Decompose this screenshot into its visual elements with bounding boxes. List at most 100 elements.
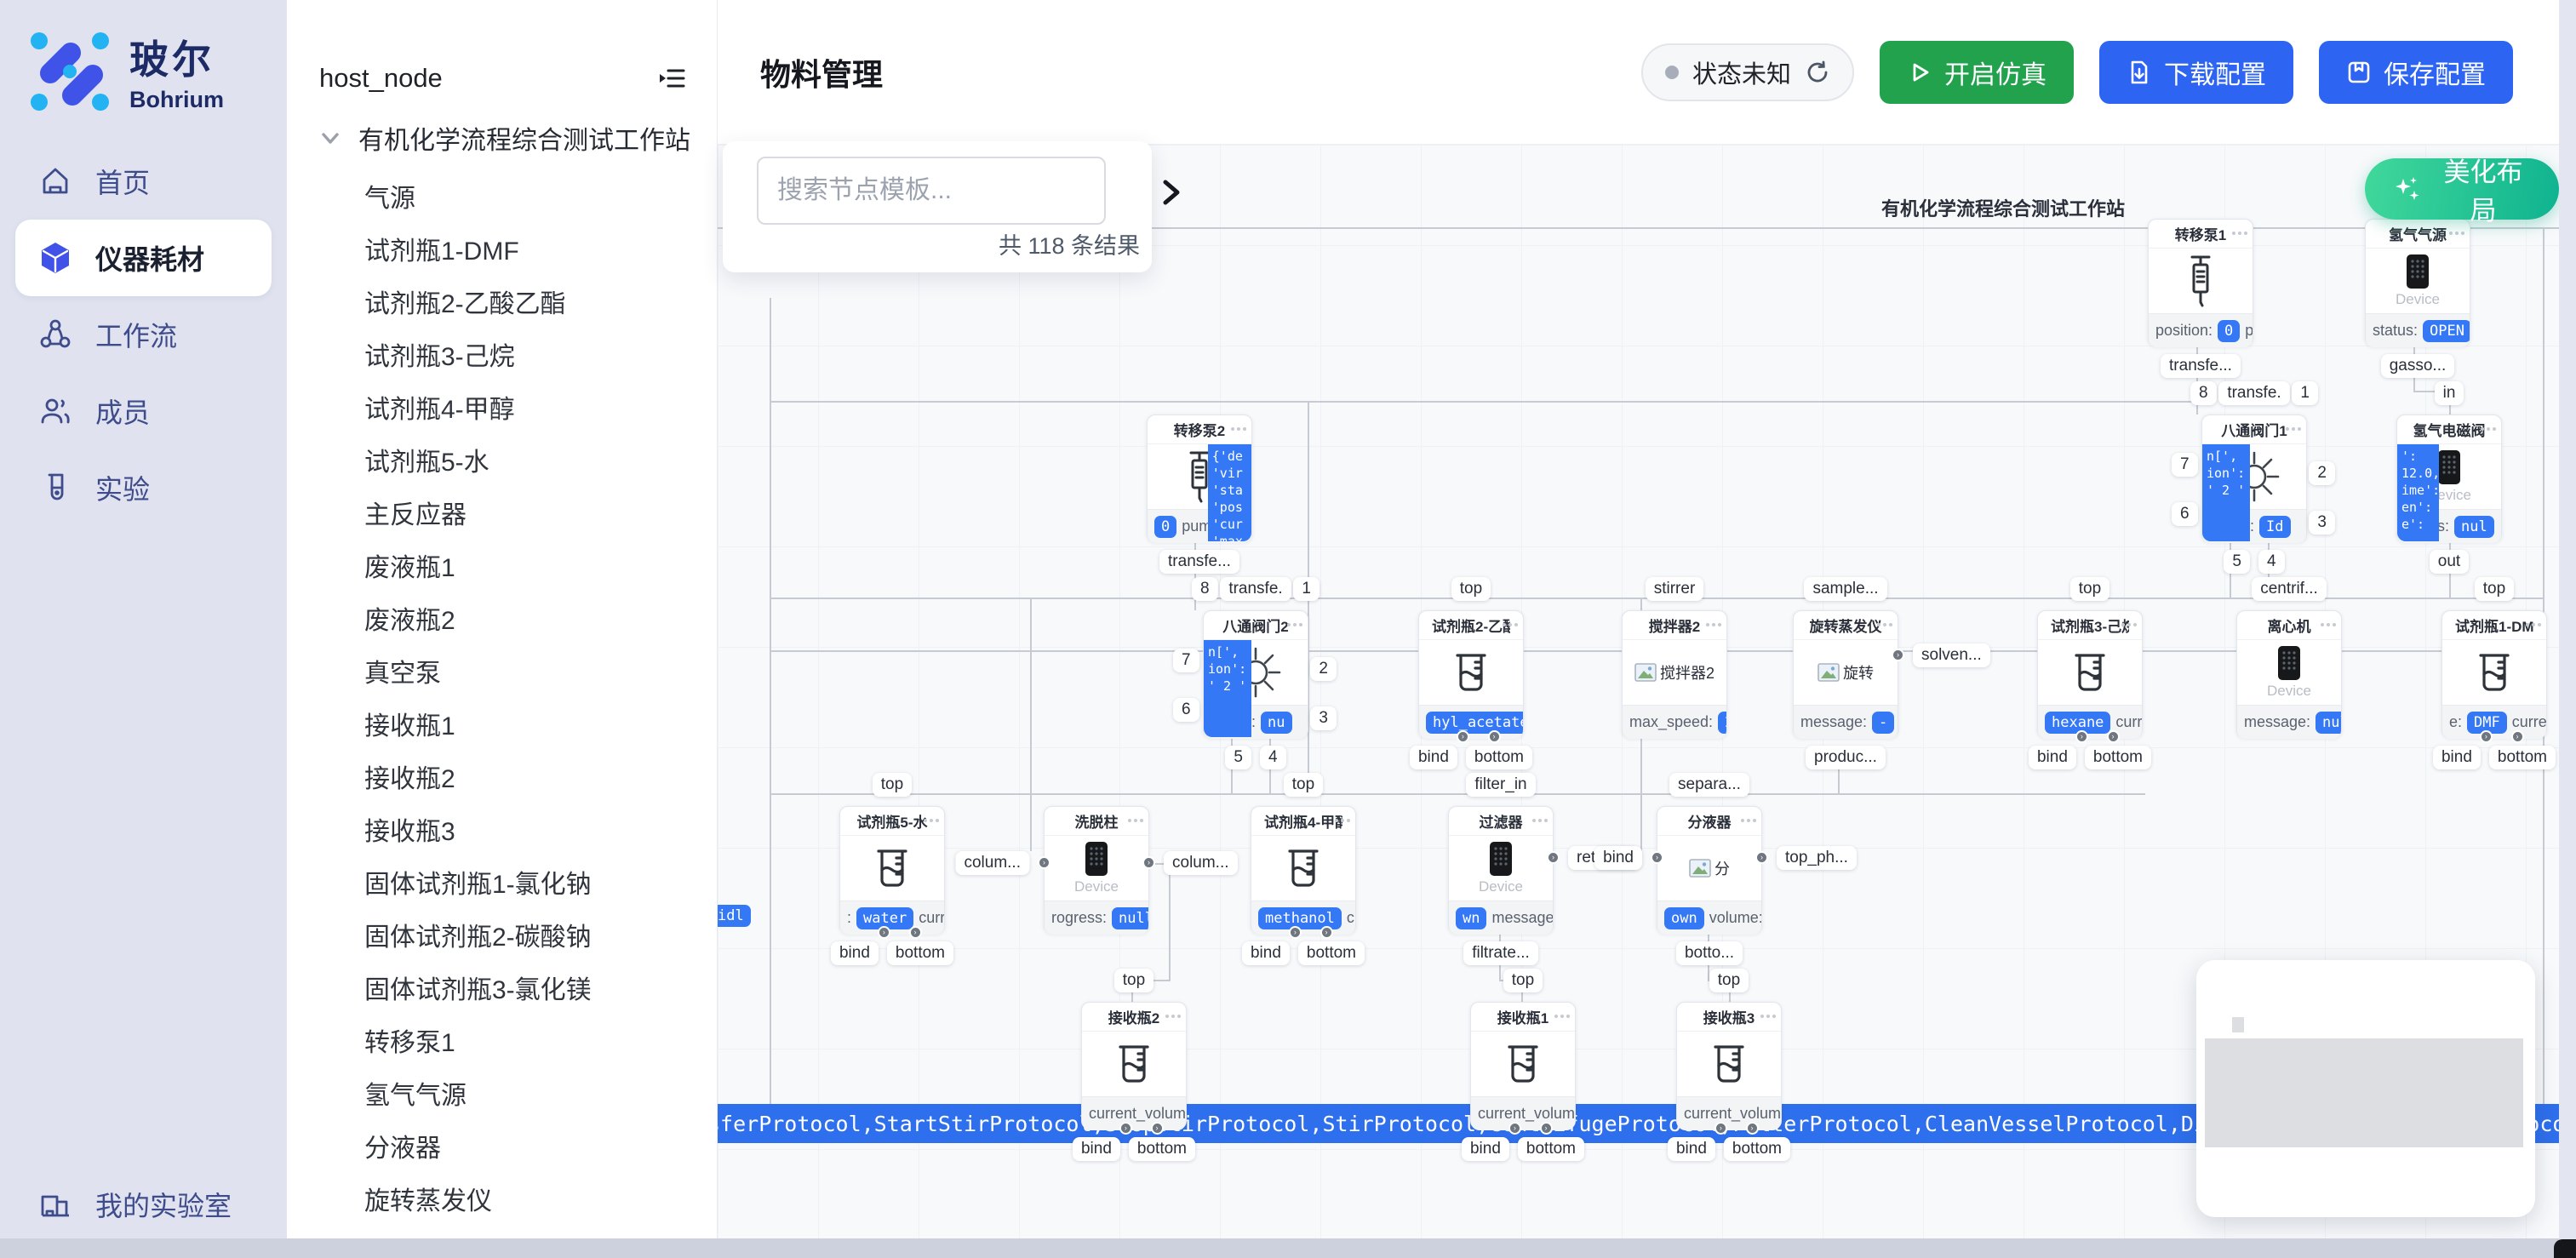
sidebar-item-members[interactable]: 成员 <box>0 373 287 449</box>
flow-node[interactable]: 转移泵1position:0pumptransfe... <box>2148 219 2253 346</box>
port-chip[interactable]: 1 <box>2292 381 2318 405</box>
value-chip[interactable]: nul <box>2454 516 2494 538</box>
value-chip[interactable]: nu <box>1261 712 1291 734</box>
flow-node[interactable]: 过滤器Devicewnmessage:-mafilter_infiltrate.… <box>1448 806 1554 934</box>
port-chip[interactable]: top <box>2475 577 2514 601</box>
download-config-button[interactable]: 下载配置 <box>2099 41 2293 104</box>
node-menu-icon[interactable] <box>1554 1015 1570 1018</box>
port-chip[interactable]: bind <box>2029 746 2076 769</box>
status-badge[interactable]: 状态未知 <box>1641 43 1854 101</box>
flow-node[interactable]: 接收瓶2current_volume:0topbindbottom›› <box>1081 1002 1187 1129</box>
value-chip[interactable]: null <box>1112 907 1148 929</box>
port-chip[interactable]: 7 <box>2172 453 2198 477</box>
node-menu-icon[interactable] <box>2232 232 2247 235</box>
port-chip[interactable]: 1 <box>1293 577 1319 601</box>
collapse-panel-icon[interactable] <box>654 60 691 97</box>
port-chip[interactable]: bind <box>2433 746 2481 769</box>
tree-item[interactable]: 试剂瓶4-甲醇 <box>287 380 717 433</box>
node-menu-icon[interactable] <box>1877 623 1892 626</box>
node-menu-icon[interactable] <box>2449 232 2464 235</box>
value-chip[interactable]: hexane <box>2045 712 2110 734</box>
tree-item[interactable]: 固体试剂瓶1-氯化钠 <box>287 855 717 908</box>
port-chip[interactable]: bottom <box>1518 1137 1584 1161</box>
port-chip[interactable]: bottom <box>1298 941 1365 965</box>
tree-item[interactable]: 试剂瓶1-DMF <box>287 222 717 275</box>
tree-item[interactable]: 真空泵 <box>287 644 717 697</box>
flow-node[interactable]: 离心机Devicemessage:nullmacentrif... <box>2236 610 2342 738</box>
flow-node[interactable]: 八通阀门2status:nun[',ion':' 2 '8transfe.176… <box>1203 610 1308 738</box>
horizontal-scrollbar[interactable] <box>0 1238 2576 1258</box>
port-chip[interactable]: 3 <box>2309 511 2335 535</box>
port-chip[interactable]: 4 <box>2258 550 2285 574</box>
port-chip[interactable]: produc... <box>1806 746 1886 769</box>
node-menu-icon[interactable] <box>1165 1015 1181 1018</box>
tree-item[interactable]: 接收瓶1 <box>287 697 717 750</box>
port-chip[interactable]: bind <box>1410 746 1457 769</box>
node-menu-icon[interactable] <box>1231 427 1246 431</box>
port-chip[interactable]: top <box>1284 773 1323 797</box>
side-port-chip[interactable]: colum... <box>1164 851 1238 875</box>
tree-item[interactable]: 气源 <box>287 169 717 222</box>
port-chip[interactable]: bottom <box>1129 1137 1195 1161</box>
port-chip[interactable]: in <box>2435 381 2464 405</box>
tree-item[interactable]: 分液器 <box>287 1119 717 1172</box>
port-chip[interactable]: 7 <box>1173 649 1199 672</box>
node-menu-icon[interactable] <box>1706 623 1721 626</box>
node-menu-icon[interactable] <box>1335 819 1350 822</box>
minimap[interactable] <box>2196 960 2535 1217</box>
node-menu-icon[interactable] <box>1532 819 1548 822</box>
node-menu-icon[interactable] <box>2526 623 2541 626</box>
value-chip[interactable]: null <box>2316 712 2341 734</box>
port-chip[interactable]: bind <box>1462 1137 1509 1161</box>
value-chip[interactable]: own <box>1664 907 1704 929</box>
port-chip[interactable]: 4 <box>1260 746 1286 769</box>
node-menu-icon[interactable] <box>1741 819 1756 822</box>
tree-item[interactable]: 旋转蒸发仪 <box>287 1172 717 1225</box>
port-chip[interactable]: transfe. <box>2218 381 2289 405</box>
tree-item[interactable]: 试剂瓶5-水 <box>287 433 717 486</box>
port-chip[interactable]: bind <box>1668 1137 1715 1161</box>
tree-item[interactable]: 转移泵1 <box>287 1014 717 1066</box>
value-chip[interactable]: hyl_acetate <box>1426 712 1523 734</box>
flow-node[interactable]: 试剂瓶2-乙酸乙酯hyl_acetatecurretopbindbottom›› <box>1418 610 1524 738</box>
port-chip[interactable]: 2 <box>1310 657 1337 681</box>
flow-node[interactable]: 试剂瓶3-己烷hexanecurrent_vtopbindbottom›› <box>2037 610 2143 738</box>
flow-node[interactable]: 八通阀门1status:Idn[',ion':' 2 '8transfe.176… <box>2201 415 2307 542</box>
sidebar-item-home[interactable]: 首页 <box>0 143 287 220</box>
port-chip[interactable]: top <box>1114 969 1153 992</box>
tree-item[interactable]: 固体试剂瓶2-碳酸钠 <box>287 908 717 961</box>
port-chip[interactable]: transfe... <box>1159 550 1239 574</box>
port-chip[interactable]: 6 <box>2172 502 2198 526</box>
port-chip[interactable]: top <box>873 773 912 797</box>
port-chip[interactable]: out <box>2430 550 2469 574</box>
port-chip[interactable]: bind <box>831 941 879 965</box>
port-chip[interactable]: bind <box>1073 1137 1120 1161</box>
port-chip[interactable]: filtrate... <box>1463 941 1538 965</box>
sidebar-item-experiments[interactable]: 实验 <box>0 449 287 526</box>
flow-node[interactable]: 搅拌器2搅拌器2max_speed:2000stirrer <box>1622 610 1727 738</box>
port-chip[interactable]: top <box>1709 969 1749 992</box>
flow-node[interactable]: 试剂瓶5-水:watercurrent_vtopbindbottom›› <box>839 806 945 934</box>
node-menu-icon[interactable] <box>1287 623 1302 626</box>
port-chip[interactable]: top <box>2070 577 2109 601</box>
port-chip[interactable]: top <box>1451 577 1491 601</box>
flow-node[interactable]: 氢气气源Devicestatus:OPENgasso... <box>2365 219 2470 346</box>
port-chip[interactable]: top <box>1503 969 1543 992</box>
flow-node[interactable]: 分液器分ownvolume:250separa...botto...bind›t… <box>1657 806 1762 934</box>
side-port-chip[interactable]: colum... <box>955 851 1029 875</box>
chevron-right-icon[interactable] <box>1157 175 1191 209</box>
node-menu-icon[interactable] <box>2286 427 2301 431</box>
beautify-layout-button[interactable]: 美化布局 <box>2365 158 2559 220</box>
port-chip[interactable]: centrif... <box>2252 577 2327 601</box>
port-chip[interactable]: filter_in <box>1466 773 1535 797</box>
port-chip[interactable]: transfe. <box>1220 577 1291 601</box>
flow-node[interactable]: 接收瓶1current_volume:0topbindbottom›› <box>1470 1002 1576 1129</box>
port-chip[interactable]: gasso... <box>2381 354 2455 378</box>
port-chip[interactable]: 6 <box>1173 698 1199 722</box>
flow-node[interactable]: 洗脱柱Devicerogress:nullcolucolum...›colum.… <box>1044 806 1149 934</box>
sidebar-item-my-lab[interactable]: 我的实验室 <box>37 1185 232 1224</box>
flow-node[interactable]: 试剂瓶4-甲醇methanolcurrent_topbindbottom›› <box>1251 806 1356 934</box>
node-menu-icon[interactable] <box>924 819 939 822</box>
flow-node[interactable]: 氢气电磁阀Devicestatus:nul':12.0,ime':en':e':… <box>2396 415 2502 542</box>
flow-node[interactable]: 试剂瓶1-DMFe:DMFcurrent_voltopbindbottom›› <box>2441 610 2547 738</box>
